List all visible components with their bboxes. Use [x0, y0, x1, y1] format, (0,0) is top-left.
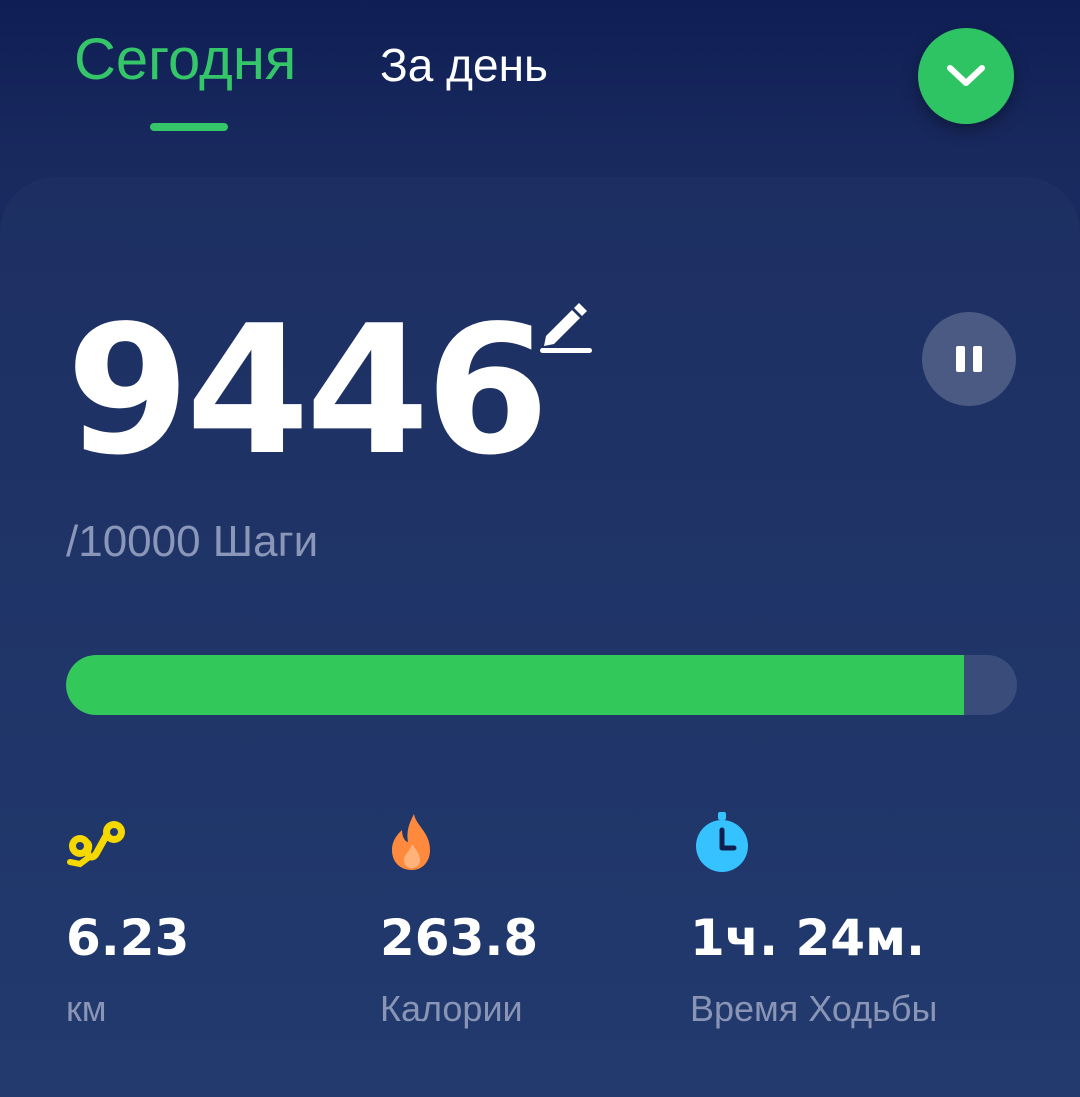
distance-label: км	[66, 988, 107, 1029]
tab-per-day[interactable]: За день	[380, 33, 548, 97]
stopwatch-icon	[696, 812, 748, 872]
active-tab-indicator	[150, 123, 228, 131]
walking-time-value: 1ч. 24м.	[690, 909, 925, 967]
pause-icon	[956, 346, 982, 372]
pause-button[interactable]	[922, 312, 1016, 406]
chevron-down-icon	[947, 65, 985, 86]
calories-label: Калории	[380, 988, 523, 1029]
collapse-button[interactable]	[918, 28, 1014, 124]
tab-today[interactable]: Сегодня	[74, 28, 296, 92]
steps-count: 9446	[66, 287, 549, 494]
steps-progress-fill	[66, 655, 965, 715]
edit-steps-button[interactable]	[536, 296, 596, 356]
walking-time-label: Время Ходьбы	[690, 988, 938, 1029]
route-icon	[67, 821, 125, 868]
pencil-icon	[540, 303, 592, 353]
calories-value: 263.8	[380, 909, 539, 967]
flame-icon	[392, 814, 430, 870]
steps-goal: /10000 Шаги	[66, 517, 319, 566]
steps-progress-bar	[66, 655, 1017, 715]
distance-value: 6.23	[66, 909, 190, 967]
tab-bar: Сегодня За день	[0, 0, 1080, 170]
